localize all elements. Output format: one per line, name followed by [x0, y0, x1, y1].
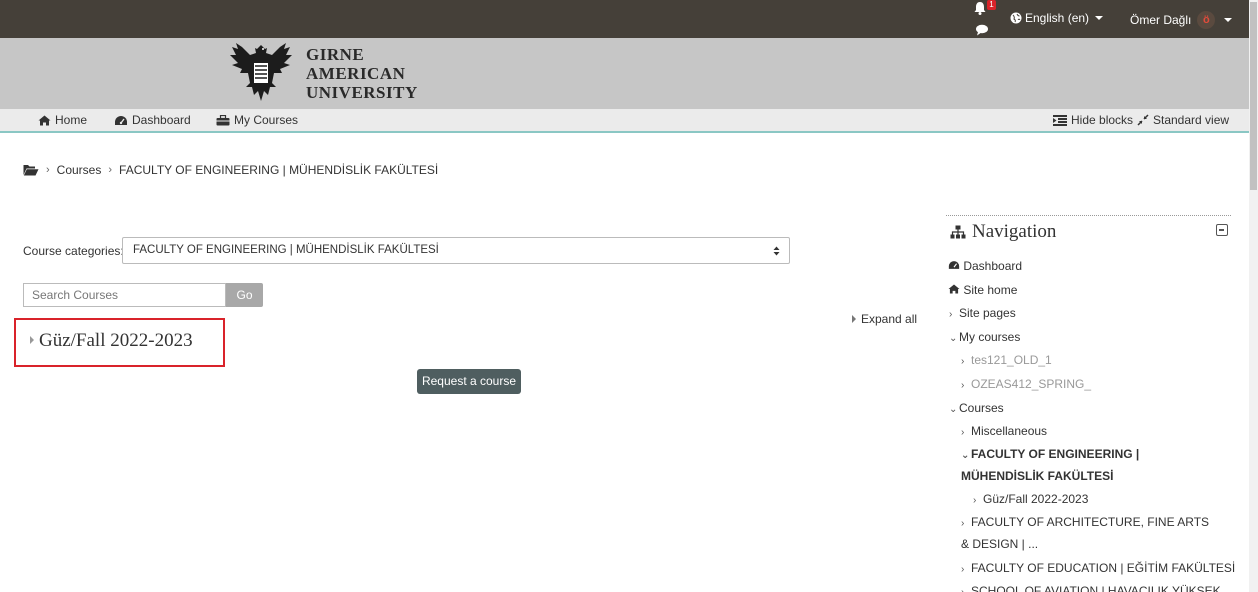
expand-all-label: Expand all [861, 312, 918, 326]
nav-item-faculty-architecture[interactable]: › FACULTY OF ARCHITECTURE, FINE ARTS & DE… [961, 512, 1211, 555]
chevron-right-icon: › [961, 380, 965, 391]
brand-line-1: GIRNE [306, 45, 365, 64]
nav-school-aviation-text: SCHOOL OF AVIATION | HAVACILIK YÜKSEK [971, 584, 1221, 592]
chevron-right-icon: › [961, 356, 965, 367]
brand-line-3: UNIVERSITY [306, 83, 418, 102]
nav-course-1-text: tes121_OLD_1 [971, 353, 1052, 367]
navigation-title: Navigation [972, 221, 1057, 242]
chevron-right-icon: › [961, 564, 965, 575]
home-icon [38, 115, 51, 125]
dashboard-icon [948, 261, 960, 269]
notification-badge: 1 [987, 0, 996, 10]
chevron-down-icon: ⌄ [949, 404, 958, 415]
select-arrows-icon [773, 238, 780, 266]
course-categories-label: Course categories: [23, 244, 124, 258]
nav-faculty-architecture-text: FACULTY OF ARCHITECTURE, FINE ARTS & DES… [961, 515, 1210, 551]
avatar: ö [1197, 11, 1216, 29]
standard-view-button[interactable]: Standard view [1137, 113, 1229, 127]
nav-item-dashboard[interactable]: Dashboard [948, 259, 1022, 273]
folder-open-icon[interactable] [23, 164, 39, 176]
nav-my-courses-label: My Courses [234, 113, 299, 127]
nav-item-site-pages[interactable]: › Site pages [949, 306, 1016, 322]
briefcase-icon [216, 114, 230, 125]
chevron-down-icon: ⌄ [961, 450, 970, 461]
bell-icon[interactable] [972, 1, 988, 15]
chevron-right-icon: › [961, 427, 965, 438]
dashboard-icon [115, 115, 127, 125]
page-scrollbar[interactable] [1249, 0, 1258, 592]
nav-item-course-2[interactable]: › OZEAS412_SPRING_ [961, 377, 1091, 393]
nav-dashboard-text: Dashboard [963, 259, 1023, 273]
chevron-right-icon: › [961, 586, 971, 592]
nav-item-school-aviation[interactable]: ›SCHOOL OF AVIATION | HAVACILIK YÜKSEK [961, 584, 1221, 592]
expand-all-link[interactable]: Expand all [852, 312, 917, 326]
nav-item-courses[interactable]: ⌄ Courses [949, 401, 1004, 417]
nav-item-my-courses[interactable]: ⌄ My courses [949, 330, 1020, 346]
nav-site-pages-text: Site pages [959, 306, 1016, 320]
hide-blocks-label: Hide blocks [1071, 113, 1134, 127]
nav-misc-text: Miscellaneous [971, 424, 1048, 438]
nav-faculty-education-text: FACULTY OF EDUCATION | EĞİTİM FAKÜLTESİ [971, 561, 1236, 575]
nav-item-faculty-education[interactable]: › FACULTY OF EDUCATION | EĞİTİM FAKÜLTESİ [961, 561, 1235, 577]
compress-icon [1137, 114, 1149, 126]
home-icon [948, 284, 960, 294]
university-name: GIRNE AMERICAN UNIVERSITY [306, 45, 418, 102]
nav-faculty-engineering-text: FACULTY OF ENGINEERING | MÜHENDİSLİK FAK… [961, 447, 1140, 483]
chevron-right-icon: › [973, 495, 977, 506]
sitemap-icon [950, 225, 966, 239]
nav-home[interactable]: Home [38, 113, 87, 127]
nav-site-home-text: Site home [963, 283, 1018, 297]
nav-item-fall-2022[interactable]: › Güz/Fall 2022-2023 [973, 492, 1088, 508]
breadcrumb-separator: › [46, 164, 50, 176]
brand-banner: GIRNE AMERICAN UNIVERSITY [0, 38, 1249, 109]
category-item[interactable]: Güz/Fall 2022-2023 [14, 318, 225, 367]
nav-course-2-text: OZEAS412_SPRING_ [971, 377, 1092, 391]
outdent-icon [1053, 114, 1067, 126]
category-name[interactable]: Güz/Fall 2022-2023 [39, 330, 193, 352]
search-courses-input[interactable]: Search Courses [23, 283, 226, 307]
scrollbar-thumb[interactable] [1250, 2, 1257, 190]
nav-courses-text: Courses [959, 401, 1004, 415]
nav-my-courses[interactable]: My Courses [216, 113, 298, 127]
language-label: English (en) [1025, 11, 1090, 25]
go-button[interactable]: Go [226, 283, 263, 307]
nav-bar: Home Dashboard My Courses Hide blocks St… [0, 109, 1249, 133]
course-categories-value: FACULTY OF ENGINEERING | MÜHENDİSLİK FAK… [133, 244, 439, 256]
breadcrumb: › Courses › FACULTY OF ENGINEERING | MÜH… [23, 163, 438, 177]
chevron-down-icon: ⌄ [949, 333, 958, 344]
collapse-block-icon[interactable] [1216, 224, 1228, 236]
request-course-button[interactable]: Request a course [417, 369, 521, 394]
nav-dashboard-label: Dashboard [132, 113, 191, 127]
caret-down-icon [1095, 16, 1104, 20]
chevron-right-icon: › [961, 518, 965, 529]
brand-line-2: AMERICAN [306, 64, 406, 83]
nav-home-label: Home [55, 113, 88, 127]
navigation-header: Navigation [950, 221, 1056, 243]
breadcrumb-faculty[interactable]: FACULTY OF ENGINEERING | MÜHENDİSLİK FAK… [119, 163, 438, 177]
chevron-right-icon: › [949, 309, 953, 320]
caret-right-icon [852, 315, 856, 323]
caret-down-icon [1224, 18, 1233, 22]
breadcrumb-separator: › [108, 164, 113, 176]
chat-icon[interactable] [975, 24, 989, 36]
nav-dashboard[interactable]: Dashboard [114, 113, 191, 127]
nav-item-site-home[interactable]: Site home [948, 283, 1017, 297]
nav-item-miscellaneous[interactable]: › Miscellaneous [961, 424, 1047, 440]
globe-icon [1010, 12, 1022, 24]
nav-item-course-1[interactable]: › tes121_OLD_1 [961, 353, 1052, 369]
nav-item-faculty-engineering[interactable]: ⌄ FACULTY OF ENGINEERING | MÜHENDİSLİK FA… [961, 444, 1211, 487]
top-bar: 1 English (en) Ömer Dağlı ö [0, 0, 1249, 38]
standard-view-label: Standard view [1153, 113, 1230, 127]
caret-right-icon [30, 336, 34, 344]
eagle-logo[interactable] [226, 39, 296, 107]
language-menu[interactable]: English (en) [1010, 11, 1104, 25]
user-name: Ömer Dağlı [1130, 13, 1192, 27]
breadcrumb-courses[interactable]: Courses [57, 163, 102, 177]
hide-blocks-button[interactable]: Hide blocks [1053, 113, 1133, 127]
nav-my-courses-text: My courses [959, 330, 1021, 344]
nav-fall-text: Güz/Fall 2022-2023 [983, 492, 1089, 506]
navigation-block: Navigation Dashboard Site home › Site pag… [946, 215, 1235, 592]
user-menu[interactable]: Ömer Dağlı ö [1130, 11, 1233, 29]
course-categories-select[interactable]: FACULTY OF ENGINEERING | MÜHENDİSLİK FAK… [122, 237, 790, 264]
